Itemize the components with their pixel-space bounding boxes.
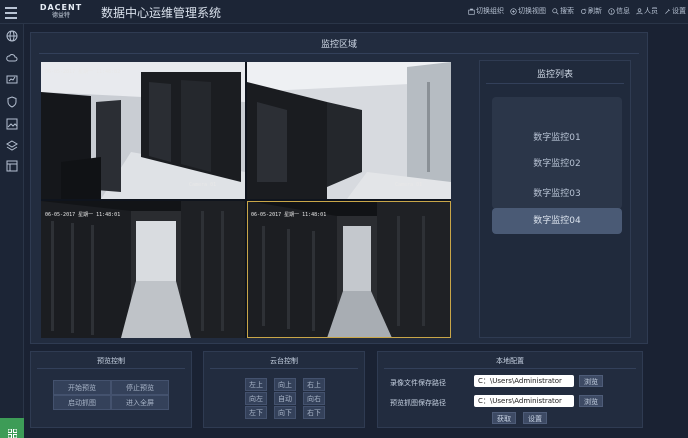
preview-control-title: 预览控制 [97, 357, 125, 365]
search-icon [552, 7, 559, 15]
snapshot-browse-button[interactable]: 浏览 [579, 395, 603, 407]
divider [210, 368, 358, 369]
ptz-right-button[interactable]: 向右 [303, 392, 325, 405]
message-label: 信息 [616, 7, 630, 15]
camera-list-title: 监控列表 [536, 70, 573, 80]
settings-label: 设置 [672, 7, 686, 15]
sidebar [0, 24, 24, 438]
header-actions: 切换组织 切换视图 搜索 刷新 信息 人员 设置 [468, 6, 686, 16]
ptz-up-right-button[interactable]: 右上 [303, 378, 325, 391]
camera-label: Camera 01 [189, 182, 217, 188]
switch-org-button[interactable]: 切换组织 [468, 6, 504, 16]
globe-icon[interactable] [6, 30, 18, 42]
camera-image-3 [41, 201, 245, 338]
logo-text: DACENT [39, 3, 83, 12]
camera-feed-1[interactable]: 06-05-2017 星期一 11:48:02 Camera 01 [41, 62, 245, 199]
camera-list-item-2[interactable]: 数字监控02 [492, 151, 622, 177]
image-icon[interactable] [6, 118, 18, 130]
get-config-button[interactable]: 获取 [492, 412, 516, 424]
search-label: 搜索 [560, 7, 574, 15]
shield-icon[interactable] [6, 96, 18, 108]
record-path-input[interactable] [474, 375, 574, 387]
monitor-area-title: 监控区域 [320, 40, 357, 50]
fullscreen-button[interactable]: 进入全屏 [111, 395, 169, 410]
grid-icon [7, 428, 18, 438]
ptz-control-title: 云台控制 [270, 357, 298, 365]
ptz-down-right-button[interactable]: 右下 [303, 406, 325, 419]
search-button[interactable]: 搜索 [552, 6, 574, 16]
camera-list-item-1[interactable]: 数字监控01 [492, 125, 622, 151]
camera-image-4 [247, 201, 451, 338]
camera-feed-3[interactable]: 06-05-2017 星期一 11:48:01 [41, 201, 245, 338]
camera-timestamp: 06-05-2017 星期一 11:48:01 [251, 212, 327, 218]
video-grid: 06-05-2017 星期一 11:48:02 Camera 01 Camera… [41, 62, 451, 338]
layers-icon[interactable] [6, 140, 18, 152]
record-browse-button[interactable]: 浏览 [579, 375, 603, 387]
settings-button[interactable]: 设置 [664, 6, 686, 16]
monitor-area: 监控区域 06-05-2017 星期一 11:48:02 Camera 01 C… [30, 32, 648, 344]
ptz-up-left-button[interactable]: 左上 [245, 378, 267, 391]
camera-image-1 [41, 62, 245, 199]
ptz-auto-button[interactable]: 自动 [274, 392, 296, 405]
divider [486, 83, 624, 84]
ptz-down-button[interactable]: 向下 [274, 406, 296, 419]
settings-icon [665, 8, 670, 14]
switch-org-label: 切换组织 [476, 7, 504, 15]
camera-list-panel: 监控列表 数字监控01 数字监控02 数字监控03 数字监控04 [479, 60, 631, 338]
ptz-up-button[interactable]: 向上 [274, 378, 296, 391]
camera-timestamp: 06-05-2017 星期一 11:48:02 [45, 69, 121, 75]
logo-subtext: 德益特 [51, 12, 70, 19]
snapshot-path-label: 预览抓图保存路径 [390, 399, 446, 407]
refresh-icon [581, 8, 587, 14]
divider [37, 368, 185, 369]
top-bar: DACENT 德益特 数据中心运维管理系统 切换组织 切换视图 搜索 刷新 信息… [0, 0, 688, 24]
switch-view-button[interactable]: 切换视图 [510, 6, 546, 16]
camera-timestamp: 06-05-2017 星期一 11:48:01 [45, 212, 121, 218]
switch-org-icon [468, 8, 475, 15]
user-label: 人员 [644, 7, 658, 15]
capture-button[interactable]: 启动抓图 [53, 395, 111, 410]
stop-preview-button[interactable]: 停止预览 [111, 380, 169, 395]
set-config-button[interactable]: 设置 [523, 412, 547, 424]
camera-feed-2[interactable]: Camera 01 [247, 62, 451, 199]
user-button[interactable]: 人员 [636, 6, 658, 16]
record-path-label: 录像文件保存路径 [390, 379, 446, 387]
switch-view-label: 切换视图 [518, 7, 546, 15]
message-icon [608, 7, 615, 15]
cloud-icon[interactable] [6, 52, 18, 64]
monitor-chart-icon[interactable] [6, 74, 18, 86]
start-preview-button[interactable]: 开始预览 [53, 380, 111, 395]
ptz-down-left-button[interactable]: 左下 [245, 406, 267, 419]
preview-control-panel: 预览控制 开始预览 停止预览 启动抓图 进入全屏 [30, 351, 192, 428]
divider [384, 368, 636, 369]
user-icon [636, 7, 643, 14]
app-title: 数据中心运维管理系统 [101, 6, 222, 20]
camera-feed-4[interactable]: 06-05-2017 星期一 11:48:01 [247, 201, 451, 338]
server-icon[interactable] [6, 160, 18, 172]
logo: DACENT 德益特 [33, 3, 89, 20]
refresh-button[interactable]: 刷新 [580, 6, 602, 16]
snapshot-path-input[interactable] [474, 395, 574, 407]
app-grid-button[interactable] [0, 418, 24, 438]
ptz-control-panel: 云台控制 左上 向上 右上 向左 自动 向右 左下 向下 右下 [203, 351, 365, 428]
camera-list-item-4[interactable]: 数字监控04 [492, 208, 622, 234]
menu-icon[interactable] [3, 4, 19, 20]
camera-label: Camera 01 [395, 182, 423, 188]
local-config-title: 本地配置 [496, 357, 524, 365]
refresh-label: 刷新 [588, 7, 602, 15]
switch-view-icon [510, 7, 517, 15]
ptz-left-button[interactable]: 向左 [245, 392, 267, 405]
camera-list-item-3[interactable]: 数字监控03 [492, 181, 622, 207]
message-button[interactable]: 信息 [608, 6, 630, 16]
camera-image-2 [247, 62, 451, 199]
local-config-panel: 本地配置 录像文件保存路径 浏览 预览抓图保存路径 浏览 获取 设置 [377, 351, 643, 428]
divider [39, 53, 639, 54]
